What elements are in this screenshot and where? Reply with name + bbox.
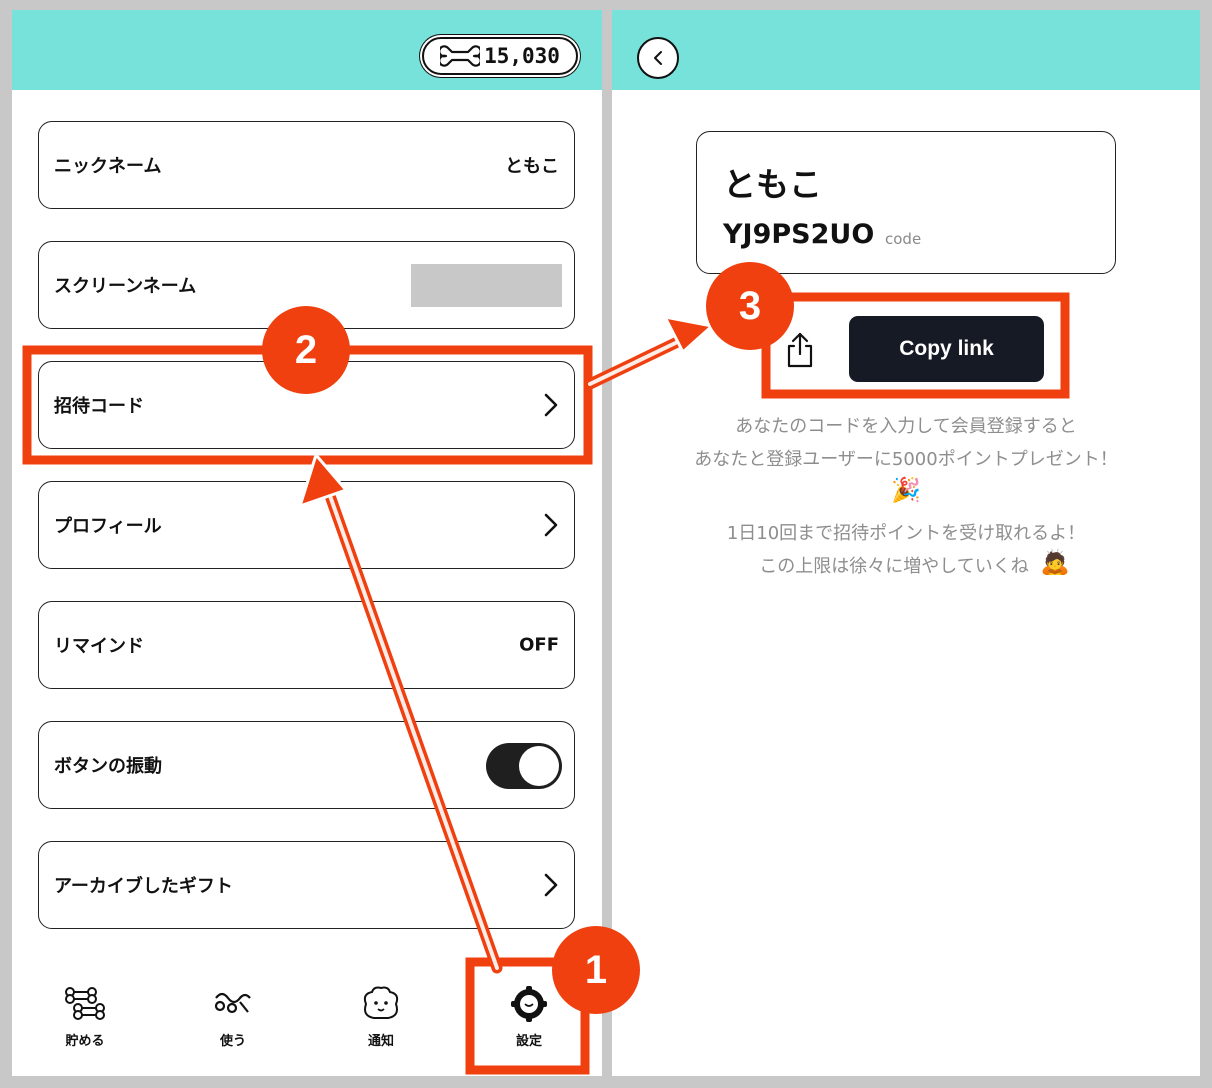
row-label: プロフィール: [54, 516, 162, 537]
share-icon[interactable]: [784, 330, 816, 370]
message-line: 1日10回まで招待ポイントを受け取れるよ！: [726, 523, 1086, 544]
tab-label: 使う: [219, 1034, 246, 1049]
reminder-value: OFF: [519, 634, 559, 656]
settings-screen: 15,030 ニックネーム ともこ スクリーンネーム 招待コード プロフィール …: [12, 10, 602, 1076]
chevron-right-icon: [544, 513, 558, 537]
invite-code-screen: ともこ YJ9PS2UO code Copy link あなたのコードを入力して…: [612, 10, 1200, 1076]
row-label: アーカイブしたギフト: [54, 876, 233, 897]
row-label: ボタンの振動: [54, 756, 162, 777]
redacted-screen-name: [411, 264, 562, 307]
chevron-right-icon: [544, 393, 558, 417]
points-balance[interactable]: 15,030: [422, 37, 578, 75]
reminder-row[interactable]: リマインド OFF: [38, 601, 575, 689]
tab-label: 通知: [367, 1034, 394, 1049]
dog-face-icon: [363, 986, 399, 1019]
row-label: スクリーンネーム: [54, 276, 197, 297]
bones-icon: [65, 987, 105, 1020]
row-label: ニックネーム: [54, 156, 162, 177]
tab-notifications[interactable]: 通知: [341, 980, 421, 1060]
gear-icon: [511, 986, 547, 1022]
header-bar: [612, 10, 1200, 90]
tab-label: 貯める: [65, 1034, 105, 1049]
party-popper-emoji: 🎉: [891, 476, 921, 504]
vibration-toggle[interactable]: [486, 743, 562, 789]
header-bar: 15,030: [12, 10, 602, 90]
row-label: リマインド: [54, 636, 144, 657]
copy-link-button[interactable]: Copy link: [849, 316, 1044, 382]
vibration-row: ボタンの振動: [38, 721, 575, 809]
invite-code: YJ9PS2UO: [723, 219, 875, 250]
profile-row[interactable]: プロフィール: [38, 481, 575, 569]
message-line: この上限は徐々に増やしていくね: [759, 556, 1029, 577]
message-line: あなたと登録ユーザーに5000ポイントプレゼント！: [694, 449, 1118, 470]
toggle-knob: [519, 746, 559, 786]
nickname-value: ともこ: [505, 156, 559, 177]
archived-gifts-row[interactable]: アーカイブしたギフト: [38, 841, 575, 929]
tab-label: 設定: [515, 1034, 542, 1049]
chevron-right-icon: [544, 873, 558, 897]
chevron-left-icon: [654, 51, 662, 65]
step-badge-1: 1: [552, 926, 640, 1014]
step-badge-3: 3: [706, 262, 794, 350]
step-badge-2: 2: [262, 306, 350, 394]
nickname-row[interactable]: ニックネーム ともこ: [38, 121, 575, 209]
row-label: 招待コード: [54, 396, 144, 417]
points-value: 15,030: [484, 44, 560, 68]
bone-icon: [440, 45, 481, 67]
invite-card: ともこ YJ9PS2UO code: [696, 131, 1116, 274]
bone-use-icon: [214, 992, 251, 1014]
code-label: code: [885, 230, 922, 248]
bowing-emoji: 🙇: [1040, 548, 1070, 576]
tab-save[interactable]: 貯める: [45, 980, 125, 1060]
back-button[interactable]: [637, 37, 679, 79]
tab-use[interactable]: 使う: [193, 980, 273, 1060]
user-name: ともこ: [723, 165, 822, 204]
message-line: あなたのコードを入力して会員登録すると: [735, 416, 1077, 437]
